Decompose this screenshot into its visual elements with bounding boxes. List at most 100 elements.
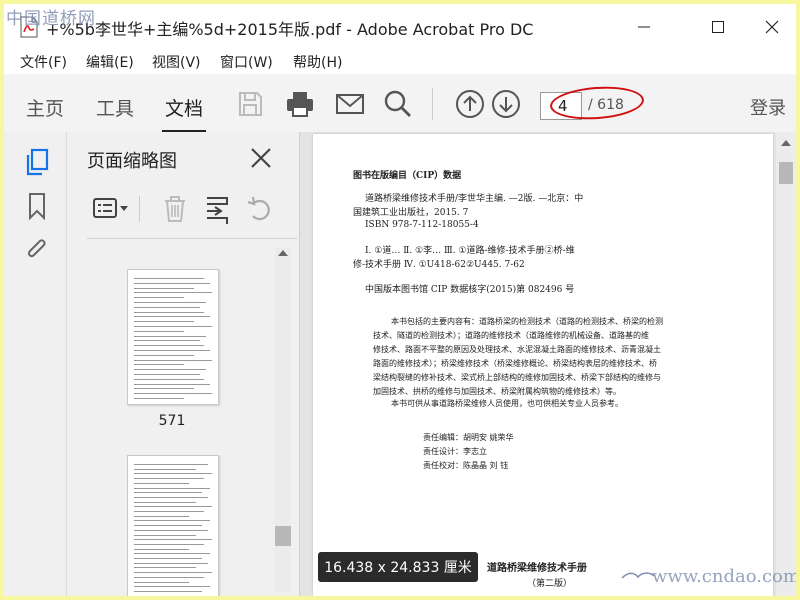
save-icon[interactable] [234,88,266,120]
cip-heading: 图书在版编目（CIP）数据 [353,171,462,181]
thumbnail-text-line [134,567,196,569]
thumbnail-text-line [134,359,212,361]
close-panel-icon[interactable] [247,144,275,172]
thumbnail-text-line [134,534,196,536]
thumbnail-text-line [134,487,210,489]
minimize-button[interactable] [624,14,664,40]
thumbnail-text-line [134,330,184,332]
thumbnail-text-line [134,529,208,531]
thumbnail-text-line [134,586,210,588]
menu-view[interactable]: 视图(V) [152,52,201,72]
doc-line: 本书包括的主要内容有：道路桥梁的检测技术（道路的检测技术、桥梁的检测 [391,317,663,326]
thumbnail-scrollbar[interactable] [275,248,291,592]
toolbar: 主页 工具 文档 4 / 618 登录 [4,74,796,133]
attachment-icon[interactable] [24,236,50,264]
thumbnail-text-line [134,520,210,522]
thumbnail-text-line [134,562,208,564]
credit-line: 责任校对：陈晶晶 刘 钰 [423,461,509,470]
thumbnail-text-line [134,287,194,289]
menu-edit[interactable]: 编辑(E) [86,52,134,72]
doc-line: 加固技术、拱桥的维修与加固技术、桥梁附属构筑物的维修技术）等。 [373,387,621,396]
thumbnail-text-line [134,340,200,342]
menu-window[interactable]: 窗口(W) [220,52,273,72]
thumbnail-text-line [134,464,208,465]
thumbnail-text-line [134,482,189,484]
pdf-page: 图书在版编目（CIP）数据 道路桥梁维修技术手册/李世华主编. —2版. —北京… [313,134,773,596]
page-thumbnail[interactable] [127,269,219,405]
print-icon[interactable] [284,88,316,120]
rotate-page-icon[interactable] [245,194,275,224]
doc-line: 路面的维修技术）；桥梁维修技术（桥梁维修概论、桥梁结构表层的维修技术、桥 [373,359,657,368]
search-icon[interactable] [382,88,414,120]
menu-bar: 文件(F) 编辑(E) 视图(V) 窗口(W) 帮助(H) [4,50,796,74]
scrollbar-thumb[interactable] [779,162,793,184]
scroll-up-arrow-icon[interactable] [781,140,791,146]
watermark-bird-icon [621,572,655,579]
toolbar-divider [432,88,433,120]
thumbnail-text-line [134,525,202,527]
thumbnail-text-line [134,398,184,399]
thumbnail-text-line [134,590,202,592]
doc-line: 中国版本图书馆 CIP 数据核字(2015)第 082496 号 [365,285,575,295]
previous-page-icon[interactable] [454,88,486,120]
doc-line: Ⅰ. ①道… Ⅱ. ①李… Ⅲ. ①道路-维修-技术手册②桥-维 [365,246,575,256]
title-bar: +%5b李世华+主编%5d+2015年版.pdf - Adobe Acrobat… [4,4,796,50]
doc-line: 技术、隧道的检测技术）；道路的维修技术（道路维修的机械设备、道路基的维 [373,331,649,340]
trash-icon[interactable] [161,194,189,224]
thumbnail-text-line [134,473,212,475]
tab-tools[interactable]: 工具 [96,94,134,121]
thumbnail-text-line [134,383,210,385]
credit-line: 责任设计：李志立 [423,447,487,456]
doc-line: 梁结构裂缝的修补技术、梁式桥上部结构的维修加固技术、桥梁下部结构的维修与 [373,373,661,382]
thumbnail-text-line [134,496,208,498]
doc-line: 修-技术手册 Ⅳ. ①U418-62②U445. 7-62 [353,260,525,270]
insert-pages-icon[interactable] [203,194,233,224]
minimize-icon [638,26,650,28]
page-thumbnails-icon[interactable] [24,148,50,176]
thumbnail-text-line [134,350,210,351]
thumbnail-text-line [134,316,210,318]
thumbnail-text-line [134,553,210,555]
maximize-button[interactable] [698,14,738,40]
tab-document[interactable]: 文档 [165,94,203,121]
document-view: 图书在版编目（CIP）数据 道路桥梁维修技术手册/李世华主编. —2版. —北京… [300,132,796,596]
scrollbar-thumb[interactable] [275,526,291,546]
scroll-up-arrow-icon[interactable] [278,250,288,256]
thumbnail-text-line [134,501,196,503]
maximize-icon [712,21,724,33]
doc-line: 本书可供从事道路桥梁维修人员使用，也可供相关专业人员参考。 [391,399,623,408]
thumbnail-text-line [134,543,204,545]
options-menu-icon[interactable] [91,194,131,224]
thumbnail-text-line [134,306,200,308]
thumbnail-text-line [134,311,204,313]
tab-home[interactable]: 主页 [26,94,64,121]
bookmark-icon[interactable] [24,192,50,220]
thumbnail-text-line [134,581,189,583]
credit-line: 责任编辑：胡明安 姚荣华 [423,433,514,442]
thumbnail-text-line [134,378,204,380]
watermark-top-left: 中国道桥网 [6,9,96,29]
page-thumbnail[interactable] [127,455,219,596]
thumbnail-text-line [134,388,194,390]
doc-line: 道路桥梁维修技术手册/李世华主编. —2版. —北京：中 [365,194,584,204]
thumbnail-text-line [134,572,212,574]
book-title: 道路桥梁维修技术手册 [487,563,587,574]
mail-icon[interactable] [334,88,366,120]
thumbnail-text-line [134,468,196,470]
panel-separator [87,238,297,239]
next-page-icon[interactable] [490,88,522,120]
menu-help[interactable]: 帮助(H) [293,52,342,72]
thumbnail-text-line [134,302,206,303]
thumbnail-text-line [134,374,200,375]
close-window-button[interactable] [752,14,792,40]
red-annotation-oval [548,83,646,123]
thumbnail-text-line [134,478,204,480]
thumbnail-text-line [134,326,212,327]
thumbnail-text-line [134,345,204,347]
document-scrollbar[interactable] [776,132,796,596]
thumbnail-text-line [134,297,184,299]
menu-file[interactable]: 文件(F) [20,52,67,72]
thumbnail-text-line [134,393,212,395]
thumbnail-text-line [134,511,204,512]
login-button[interactable]: 登录 [750,94,786,120]
